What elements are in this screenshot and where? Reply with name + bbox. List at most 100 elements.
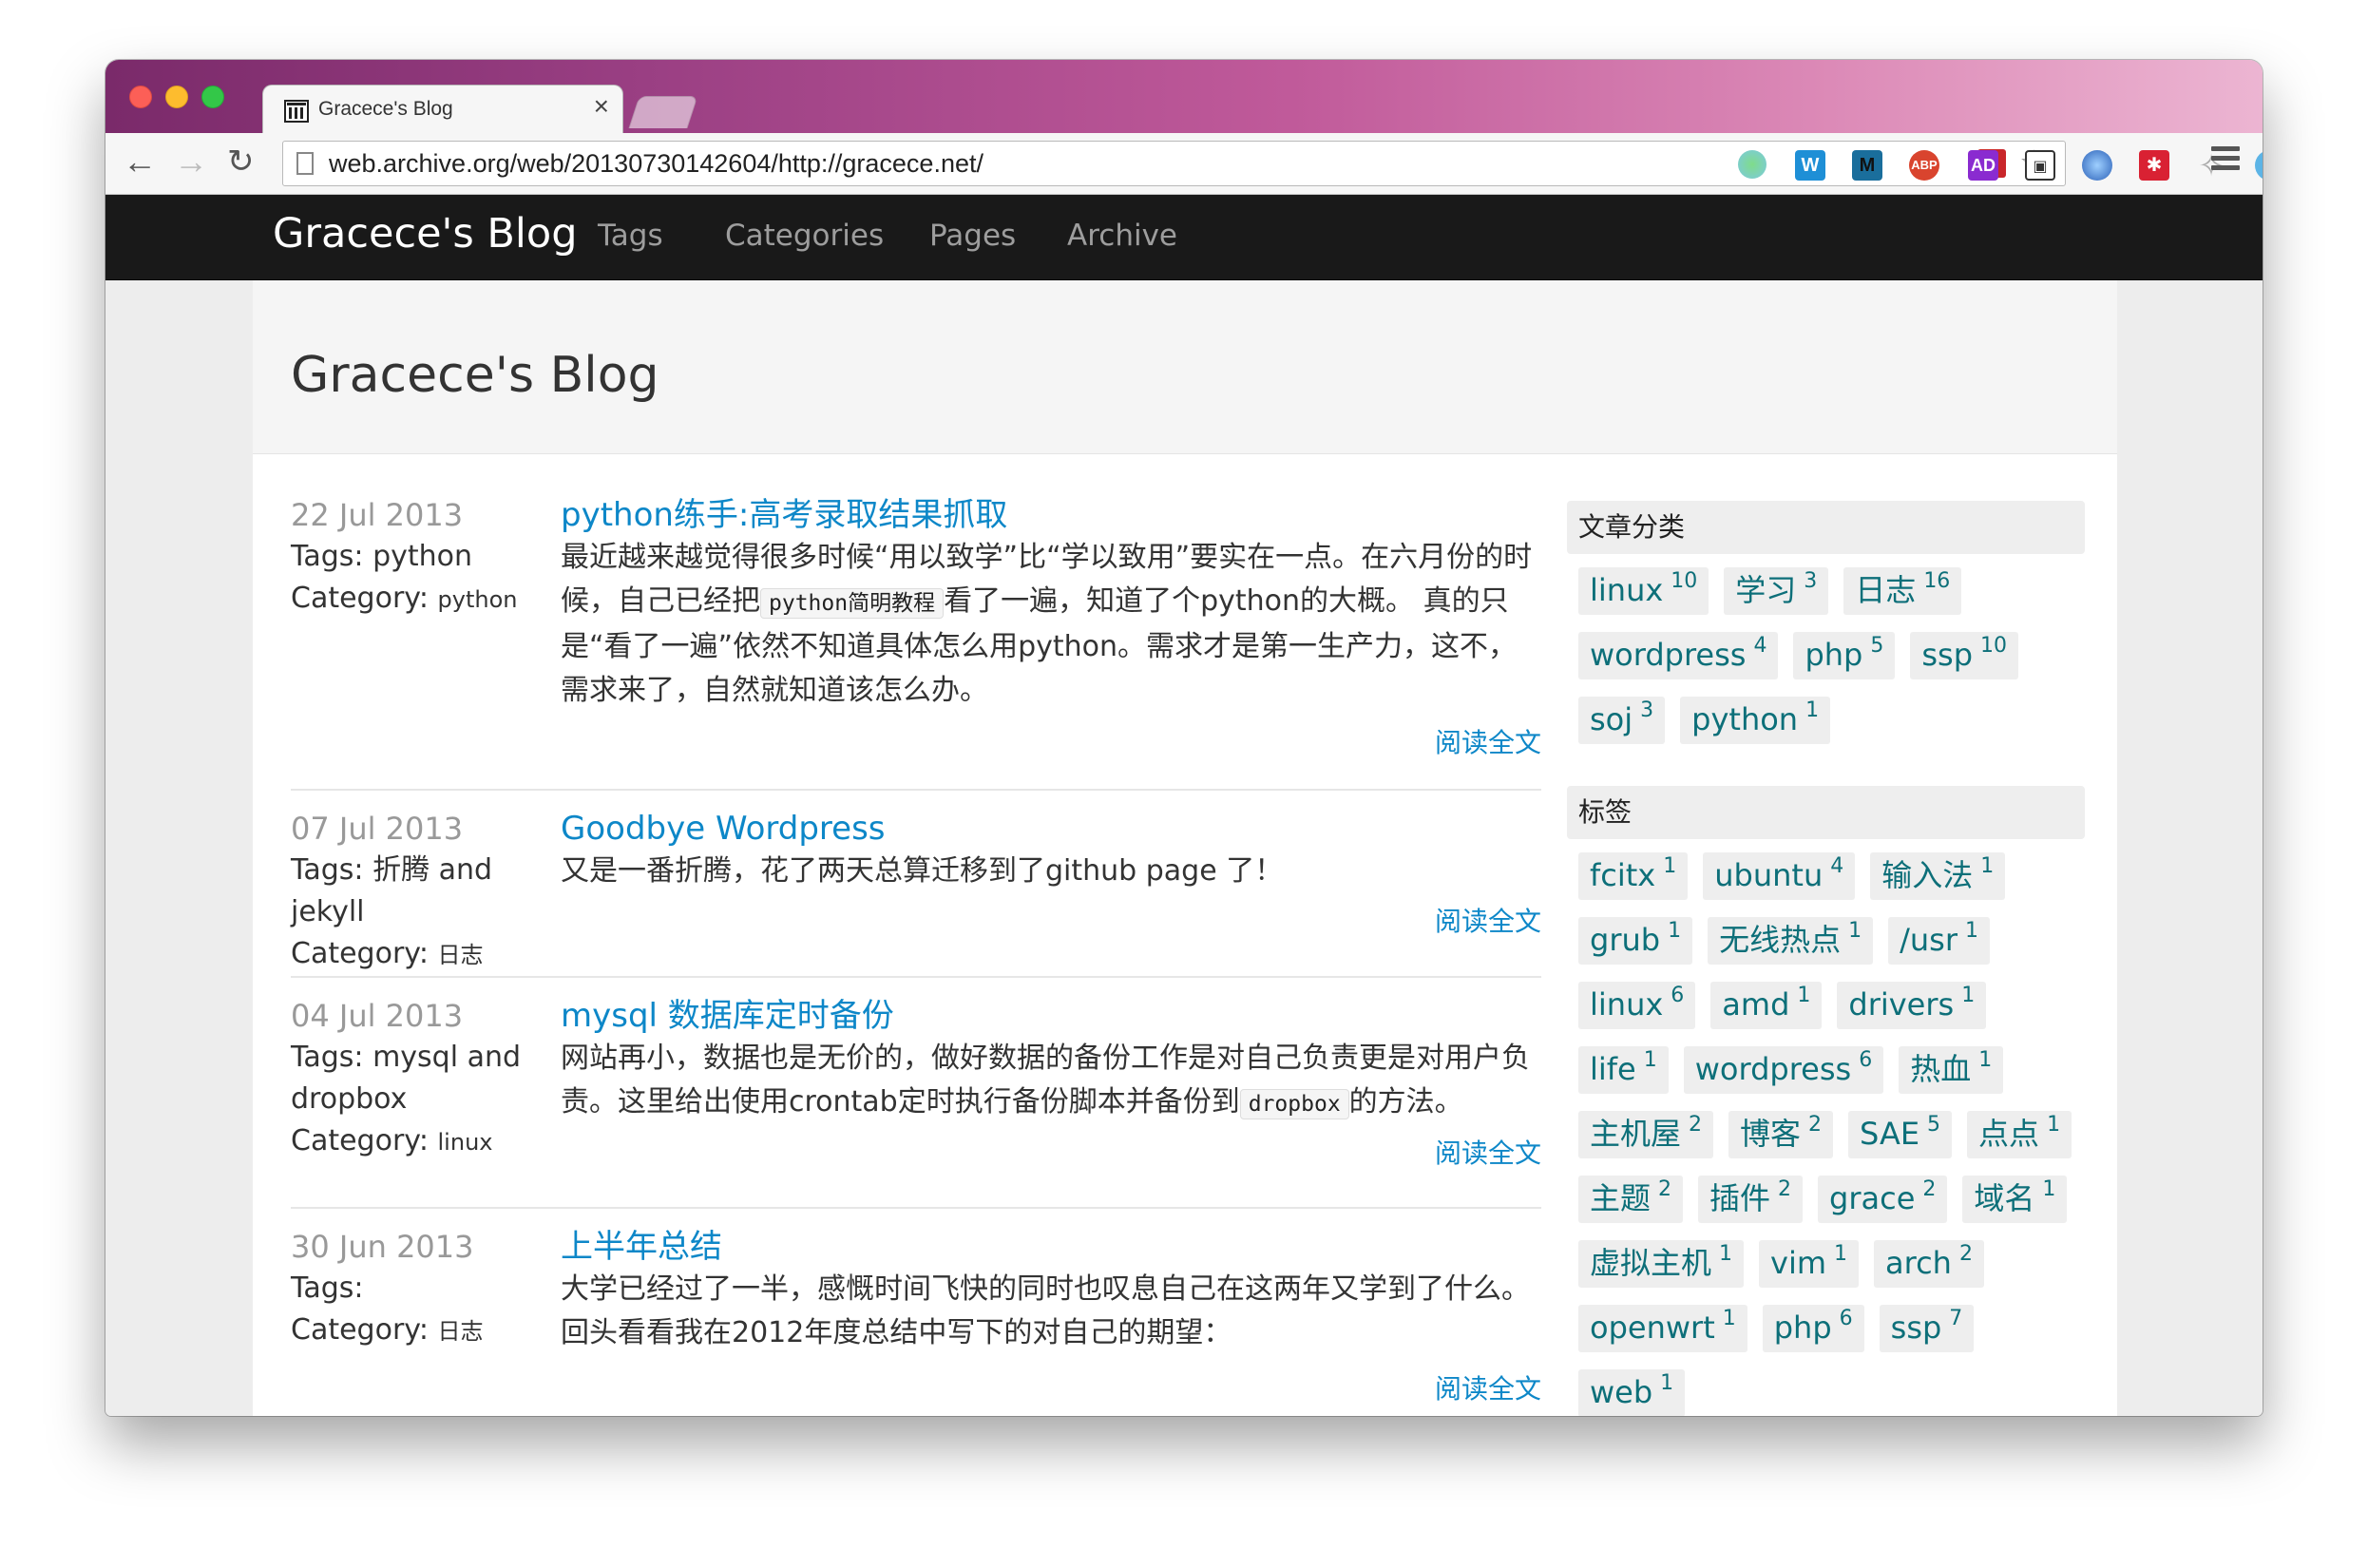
post-category-link[interactable]: 日志: [438, 942, 484, 968]
tab-close-icon[interactable]: ×: [594, 93, 609, 120]
category-tag-count: 16: [1923, 569, 1951, 593]
tag-link[interactable]: amd 1: [1710, 982, 1823, 1029]
tag-link-label: drivers: [1848, 986, 1955, 1023]
new-tab-button[interactable]: [628, 96, 698, 128]
page-viewport: Gracece's Blog Tags Categories Pages Arc…: [105, 195, 2263, 1416]
tag-link[interactable]: linux 6: [1578, 982, 1696, 1029]
nav-pages-link[interactable]: Pages: [929, 219, 1016, 253]
tag-link[interactable]: ubuntu 4: [1703, 852, 1856, 900]
browser-tab[interactable]: Gracece's Blog ×: [262, 85, 623, 134]
tag-link[interactable]: wordpress 6: [1683, 1046, 1884, 1094]
tag-link-label: 热血: [1910, 1051, 1972, 1087]
post-title-link[interactable]: python练手:高考录取结果抓取: [561, 494, 1541, 536]
zoom-window-button[interactable]: [201, 86, 224, 108]
nav-tags-link[interactable]: Tags: [598, 219, 663, 253]
close-window-button[interactable]: [129, 86, 152, 108]
tag-link[interactable]: 插件 2: [1698, 1176, 1804, 1223]
post-excerpt: 大学已经过了一半，感慨时间飞快的同时也叹息自己在这两年又学到了什么。回头看看我在…: [561, 1272, 1530, 1349]
post-meta: 30 Jun 2013 Tags: Category: 日志: [291, 1226, 547, 1352]
tag-link[interactable]: life 1: [1578, 1046, 1669, 1094]
tag-link[interactable]: drivers 1: [1837, 982, 1987, 1029]
post-category-link[interactable]: linux: [438, 1129, 493, 1156]
category-tag-label: python: [1691, 701, 1799, 737]
category-tag-label: ssp: [1921, 637, 1974, 673]
read-more-link[interactable]: 阅读全文: [1435, 1133, 1541, 1171]
tags-label: Tags:: [291, 1041, 364, 1074]
minimize-window-button[interactable]: [165, 86, 188, 108]
tag-cloud: fcitx 1 ubuntu 4 输入法 1 grub 1 无线热点 1/usr 1 linux 6 am…: [1567, 839, 2085, 1416]
tag-link[interactable]: php 6: [1762, 1305, 1864, 1352]
tag-link-label: 虚拟主机: [1590, 1245, 1712, 1281]
extension-green-dot-icon[interactable]: [1738, 150, 1766, 179]
snowflake-icon[interactable]: ✱: [2139, 150, 2169, 181]
read-more-link[interactable]: 阅读全文: [1435, 722, 1541, 760]
tag-link[interactable]: 热血 1: [1899, 1046, 2004, 1094]
read-more-link[interactable]: 阅读全文: [1435, 1368, 1541, 1406]
image-icon[interactable]: ▣: [2025, 150, 2055, 181]
adblock-ad-icon[interactable]: AD: [1968, 150, 1998, 181]
post-category-link[interactable]: 日志: [438, 1318, 484, 1345]
tag-link[interactable]: 主题 2: [1578, 1176, 1684, 1223]
read-more-link[interactable]: 阅读全文: [1435, 901, 1541, 939]
extension-m-icon[interactable]: M: [1852, 150, 1882, 181]
tag-link[interactable]: grub 1: [1578, 917, 1693, 965]
reload-icon[interactable]: ↻: [227, 143, 255, 181]
tag-link-label: 点点: [1978, 1116, 2040, 1152]
post-item: 22 Jul 2013 Tags: python Category: pytho…: [291, 494, 1541, 779]
tag-link[interactable]: fcitx 1: [1578, 852, 1689, 900]
nav-archive-link[interactable]: Archive: [1067, 219, 1177, 253]
menu-icon[interactable]: [2211, 146, 2240, 175]
tag-link[interactable]: 无线热点 1: [1708, 917, 1874, 965]
post-title-link[interactable]: 上半年总结: [561, 1226, 1541, 1268]
post-excerpt: 最近越来越觉得很多时候“用以致学”比“学以致用”要实在一点。在六月份的时候，自己…: [561, 536, 1541, 713]
tag-link[interactable]: ssp 7: [1879, 1305, 1975, 1352]
tag-link[interactable]: 输入法 1: [1870, 852, 2006, 900]
tag-link[interactable]: 域名 1: [1962, 1176, 2068, 1223]
page-icon: [296, 152, 314, 175]
extension-w-icon[interactable]: W: [1795, 150, 1825, 181]
tag-link[interactable]: /usr 1: [1888, 917, 1990, 965]
tag-link-count: 7: [1949, 1307, 1963, 1330]
tag-link[interactable]: grace 2: [1818, 1176, 1948, 1223]
category-tag[interactable]: linux 10: [1578, 567, 1709, 615]
post-tag-link[interactable]: python: [372, 540, 472, 573]
post-meta: 22 Jul 2013 Tags: python Category: pytho…: [291, 494, 547, 621]
category-tag[interactable]: python 1: [1680, 697, 1831, 744]
tag-link-label: grub: [1590, 922, 1661, 958]
nav-categories-link[interactable]: Categories: [725, 219, 884, 253]
globe-icon[interactable]: [2082, 150, 2112, 181]
category-tag[interactable]: soj 3: [1578, 697, 1666, 744]
inline-code: python简明教程: [760, 588, 945, 619]
category-tag[interactable]: php 5: [1793, 632, 1896, 679]
tag-link[interactable]: openwrt 1: [1578, 1305, 1747, 1352]
tag-link-count: 1: [1660, 1371, 1674, 1395]
tag-link[interactable]: 点点 1: [1967, 1111, 2072, 1158]
category-tag[interactable]: 学习 3: [1724, 567, 1829, 615]
tag-link[interactable]: arch 2: [1874, 1240, 1984, 1288]
category-tag[interactable]: wordpress 4: [1578, 632, 1779, 679]
post-category-link[interactable]: python: [438, 586, 518, 613]
tag-link[interactable]: 主机屋 2: [1578, 1111, 1714, 1158]
category-tag-label: php: [1805, 637, 1863, 673]
post-title-link[interactable]: Goodbye Wordpress: [561, 808, 1541, 850]
post-title-link[interactable]: mysql 数据库定时备份: [561, 995, 1541, 1037]
back-icon[interactable]: ←: [123, 143, 157, 181]
tag-link[interactable]: 虚拟主机 1: [1578, 1240, 1745, 1288]
adblock-plus-icon[interactable]: ABP: [1909, 150, 1939, 181]
url-text[interactable]: web.archive.org/web/20130730142604/http:…: [329, 149, 983, 179]
tag-link[interactable]: 博客 2: [1728, 1111, 1834, 1158]
tag-link-count: 4: [1830, 854, 1844, 878]
tag-link-label: ubuntu: [1714, 857, 1824, 893]
site-brand-link[interactable]: Gracece's Blog: [273, 210, 577, 258]
category-tag[interactable]: 日志 16: [1843, 567, 1962, 615]
tags-label: Tags:: [291, 1272, 364, 1305]
tag-link[interactable]: vim 1: [1759, 1240, 1860, 1288]
forward-icon[interactable]: →: [174, 143, 208, 181]
category-tag[interactable]: ssp 10: [1910, 632, 2019, 679]
tag-link-count: 1: [1797, 984, 1811, 1007]
category-label: Category:: [291, 582, 429, 615]
v-icon[interactable]: ✓: [2255, 150, 2263, 181]
tag-link[interactable]: SAE 5: [1848, 1111, 1953, 1158]
tag-link-count: 2: [1689, 1113, 1703, 1137]
tag-link[interactable]: web 1: [1578, 1369, 1686, 1416]
